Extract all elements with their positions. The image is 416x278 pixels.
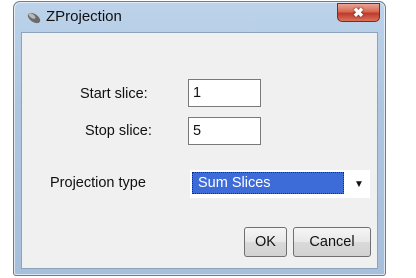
start-slice-label: Start slice: xyxy=(80,86,148,102)
title-bar[interactable]: ZProjection ✖ xyxy=(14,2,385,32)
zprojection-dialog: ZProjection ✖ Start slice: 1 Stop slice:… xyxy=(13,1,386,276)
projection-type-value: Sum Slices xyxy=(192,172,344,194)
stop-slice-input[interactable]: 5 xyxy=(188,117,261,145)
cancel-button[interactable]: Cancel xyxy=(293,227,371,257)
start-slice-input[interactable]: 1 xyxy=(188,79,261,107)
close-icon: ✖ xyxy=(353,4,364,20)
ok-button[interactable]: OK xyxy=(244,227,287,257)
close-button[interactable]: ✖ xyxy=(337,3,380,22)
microscope-icon xyxy=(26,11,41,25)
chevron-down-icon[interactable]: ▼ xyxy=(348,170,370,198)
dialog-body: Start slice: 1 Stop slice: 5 Projection … xyxy=(21,32,378,269)
window-title: ZProjection xyxy=(46,8,122,25)
projection-type-select[interactable]: Sum Slices ▼ xyxy=(190,170,370,198)
projection-type-label: Projection type xyxy=(50,175,146,191)
stop-slice-label: Stop slice: xyxy=(85,123,152,139)
